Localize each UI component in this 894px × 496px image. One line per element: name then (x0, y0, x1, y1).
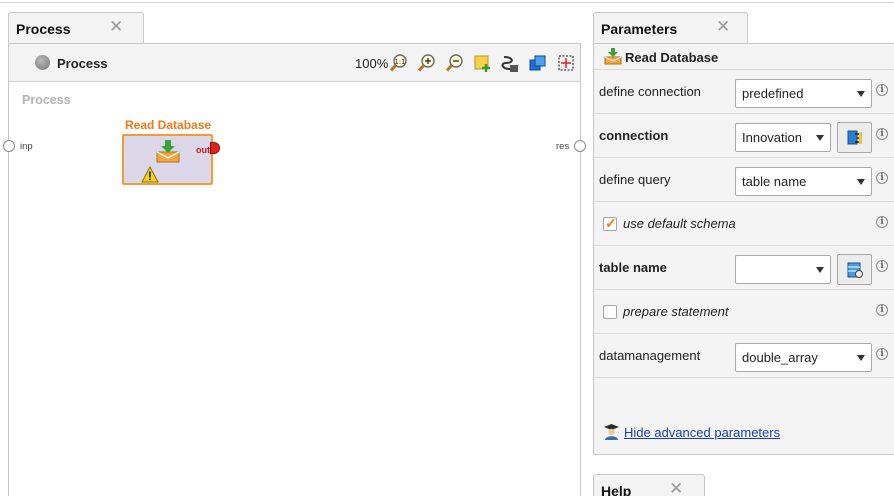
zoom-out-icon[interactable] (445, 53, 465, 73)
param-label: table name (599, 260, 667, 275)
canvas-label: Process (22, 93, 71, 107)
param-row-define-connection: define connection predefined i (594, 70, 894, 114)
param-label: prepare statement (623, 304, 729, 319)
param-row-prepare-statement: prepare statement i (594, 290, 894, 334)
use-default-schema-checkbox[interactable]: ✓ (603, 215, 617, 231)
info-icon[interactable]: i (876, 216, 888, 228)
zoom-fit-icon[interactable]: 1:1 (389, 53, 409, 73)
process-panel: Process 100% 1:1 Process inp res Read Da… (3, 43, 586, 496)
process-toolbar: Process 100% 1:1 (9, 44, 580, 82)
chevron-down-icon (857, 179, 865, 185)
info-icon[interactable]: i (876, 260, 888, 272)
close-icon[interactable]: ✕ (716, 17, 730, 37)
warning-icon[interactable] (141, 166, 159, 183)
chevron-down-icon (816, 267, 824, 273)
parameters-tab-label: Parameters (601, 21, 678, 37)
configure-connection-button[interactable] (837, 122, 872, 153)
param-label: datamanagement (599, 348, 701, 363)
operator-title: Read Database (125, 118, 212, 132)
info-icon[interactable]: i (876, 304, 888, 316)
prepare-statement-checkbox[interactable] (603, 305, 617, 319)
zoom-in-icon[interactable] (417, 53, 437, 73)
parameters-panel: Read Database define connection predefin… (593, 43, 894, 455)
add-note-icon[interactable] (473, 53, 493, 73)
output-port[interactable] (210, 142, 220, 154)
param-row-define-query: define query table name i (594, 158, 894, 202)
tab-help[interactable]: Help ✕ (593, 474, 705, 496)
info-icon[interactable]: i (876, 84, 888, 96)
output-port-label: out (196, 145, 210, 155)
arrange-operators-icon[interactable] (528, 53, 548, 73)
graduate-icon (604, 424, 619, 440)
param-label: use default schema (623, 216, 736, 231)
info-icon[interactable]: i (876, 128, 888, 140)
chevron-down-icon (857, 91, 865, 97)
chevron-down-icon (816, 135, 824, 141)
tab-process[interactable]: Process ✕ (8, 12, 144, 44)
zoom-level: 100% (355, 56, 389, 71)
process-canvas[interactable]: Process inp res Read Database out (3, 82, 586, 496)
info-icon[interactable]: i (876, 172, 888, 184)
process-tab-label: Process (16, 21, 71, 37)
svg-text:1:1: 1:1 (394, 58, 405, 66)
define-connection-select[interactable]: predefined (735, 79, 872, 108)
table-select-icon (847, 262, 863, 278)
process-breadcrumb[interactable]: Process (57, 56, 108, 71)
close-icon[interactable]: ✕ (109, 17, 123, 37)
input-port-label: inp (20, 141, 33, 152)
param-row-table-name: table name i (594, 246, 894, 290)
info-icon[interactable]: i (876, 348, 888, 360)
parameters-operator-name: Read Database (625, 50, 719, 65)
result-port-label: res (556, 141, 570, 152)
checkmark-icon: ✓ (605, 215, 617, 231)
param-row-datamanagement: datamanagement double_array i (594, 334, 894, 378)
select-table-button[interactable] (837, 254, 872, 285)
process-icon (35, 55, 50, 70)
table-name-select[interactable] (735, 255, 831, 284)
help-tab-label: Help (601, 483, 632, 496)
connection-select[interactable]: Innovation (735, 123, 831, 152)
tab-parameters[interactable]: Parameters ✕ (593, 12, 748, 44)
param-label: define query (599, 172, 671, 187)
database-connection-icon (847, 130, 862, 145)
top-divider (0, 2, 894, 3)
read-database-icon (604, 48, 622, 65)
hide-advanced-parameters-link[interactable]: Hide advanced parameters (624, 425, 780, 440)
param-label: define connection (599, 84, 701, 99)
param-label: connection (599, 128, 669, 143)
datamanagement-select[interactable]: double_array (735, 343, 872, 372)
fit-to-window-icon[interactable] (556, 53, 576, 73)
chevron-down-icon (857, 355, 865, 361)
define-query-select[interactable]: table name (735, 167, 872, 196)
auto-wire-icon[interactable] (500, 53, 520, 73)
param-row-connection: connection Innovation i (594, 114, 894, 158)
input-port[interactable] (3, 140, 15, 152)
result-port[interactable] (574, 140, 586, 152)
read-database-icon (156, 140, 180, 163)
read-database-operator[interactable]: out (122, 134, 213, 185)
param-row-use-default-schema: ✓ use default schema i (594, 202, 894, 246)
close-icon[interactable]: ✕ (669, 479, 683, 496)
parameters-operator-header: Read Database (594, 44, 894, 70)
